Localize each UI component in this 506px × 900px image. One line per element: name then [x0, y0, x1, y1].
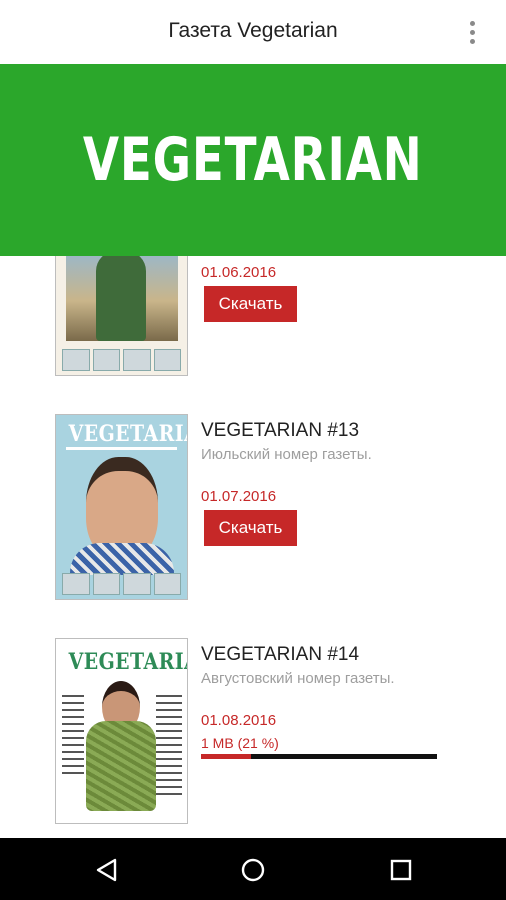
cover-footer	[62, 573, 181, 595]
recents-icon[interactable]	[387, 856, 415, 884]
system-nav-bar	[0, 838, 506, 900]
cover-figure	[96, 251, 146, 341]
home-icon[interactable]	[239, 856, 267, 884]
issue-cover[interactable]: VEGETARIAN	[55, 638, 188, 824]
issue-cover[interactable]: VEGETARIAN	[55, 414, 188, 600]
back-icon[interactable]	[93, 856, 121, 884]
download-progress-bar	[201, 754, 437, 759]
issue-date: 01.06.2016	[201, 264, 277, 281]
cover-shirt	[70, 543, 174, 575]
cover-heading: VEGETARIAN	[68, 421, 187, 447]
issue-date: 01.08.2016	[201, 712, 277, 729]
cover-text-left	[62, 695, 84, 775]
issue-title: VEGETARIAN #14	[201, 644, 360, 665]
download-button[interactable]: Скачать	[204, 510, 297, 546]
page-title: Газета Vegetarian	[168, 19, 338, 42]
banner-title: VEGETARIAN	[83, 125, 423, 195]
more-vert-icon[interactable]	[460, 16, 484, 48]
download-progress-text: 1 MB (21 %)	[201, 735, 279, 751]
issue-description: Августовский номер газеты.	[201, 670, 395, 687]
cover-footer	[62, 349, 181, 371]
cover-heading: VEGETARIAN	[68, 649, 187, 675]
list-item[interactable]: VEGETARIAN VEGETARIAN #14 Августовский н…	[0, 638, 506, 828]
list-item[interactable]: VEGETARIAN VEGETARIAN #13 Июльский номер…	[0, 414, 506, 604]
issue-date: 01.07.2016	[201, 488, 277, 505]
cover-text-right	[156, 695, 182, 795]
issue-title: VEGETARIAN #13	[201, 420, 360, 441]
app-bar: Газета Vegetarian	[0, 0, 506, 64]
cover-subtitle-line	[66, 447, 177, 450]
download-progress-fill	[201, 754, 251, 759]
header-banner: VEGETARIAN	[0, 64, 506, 256]
cover-dress	[86, 721, 156, 811]
issue-description: Июльский номер газеты.	[201, 446, 372, 463]
download-button[interactable]: Скачать	[204, 286, 297, 322]
